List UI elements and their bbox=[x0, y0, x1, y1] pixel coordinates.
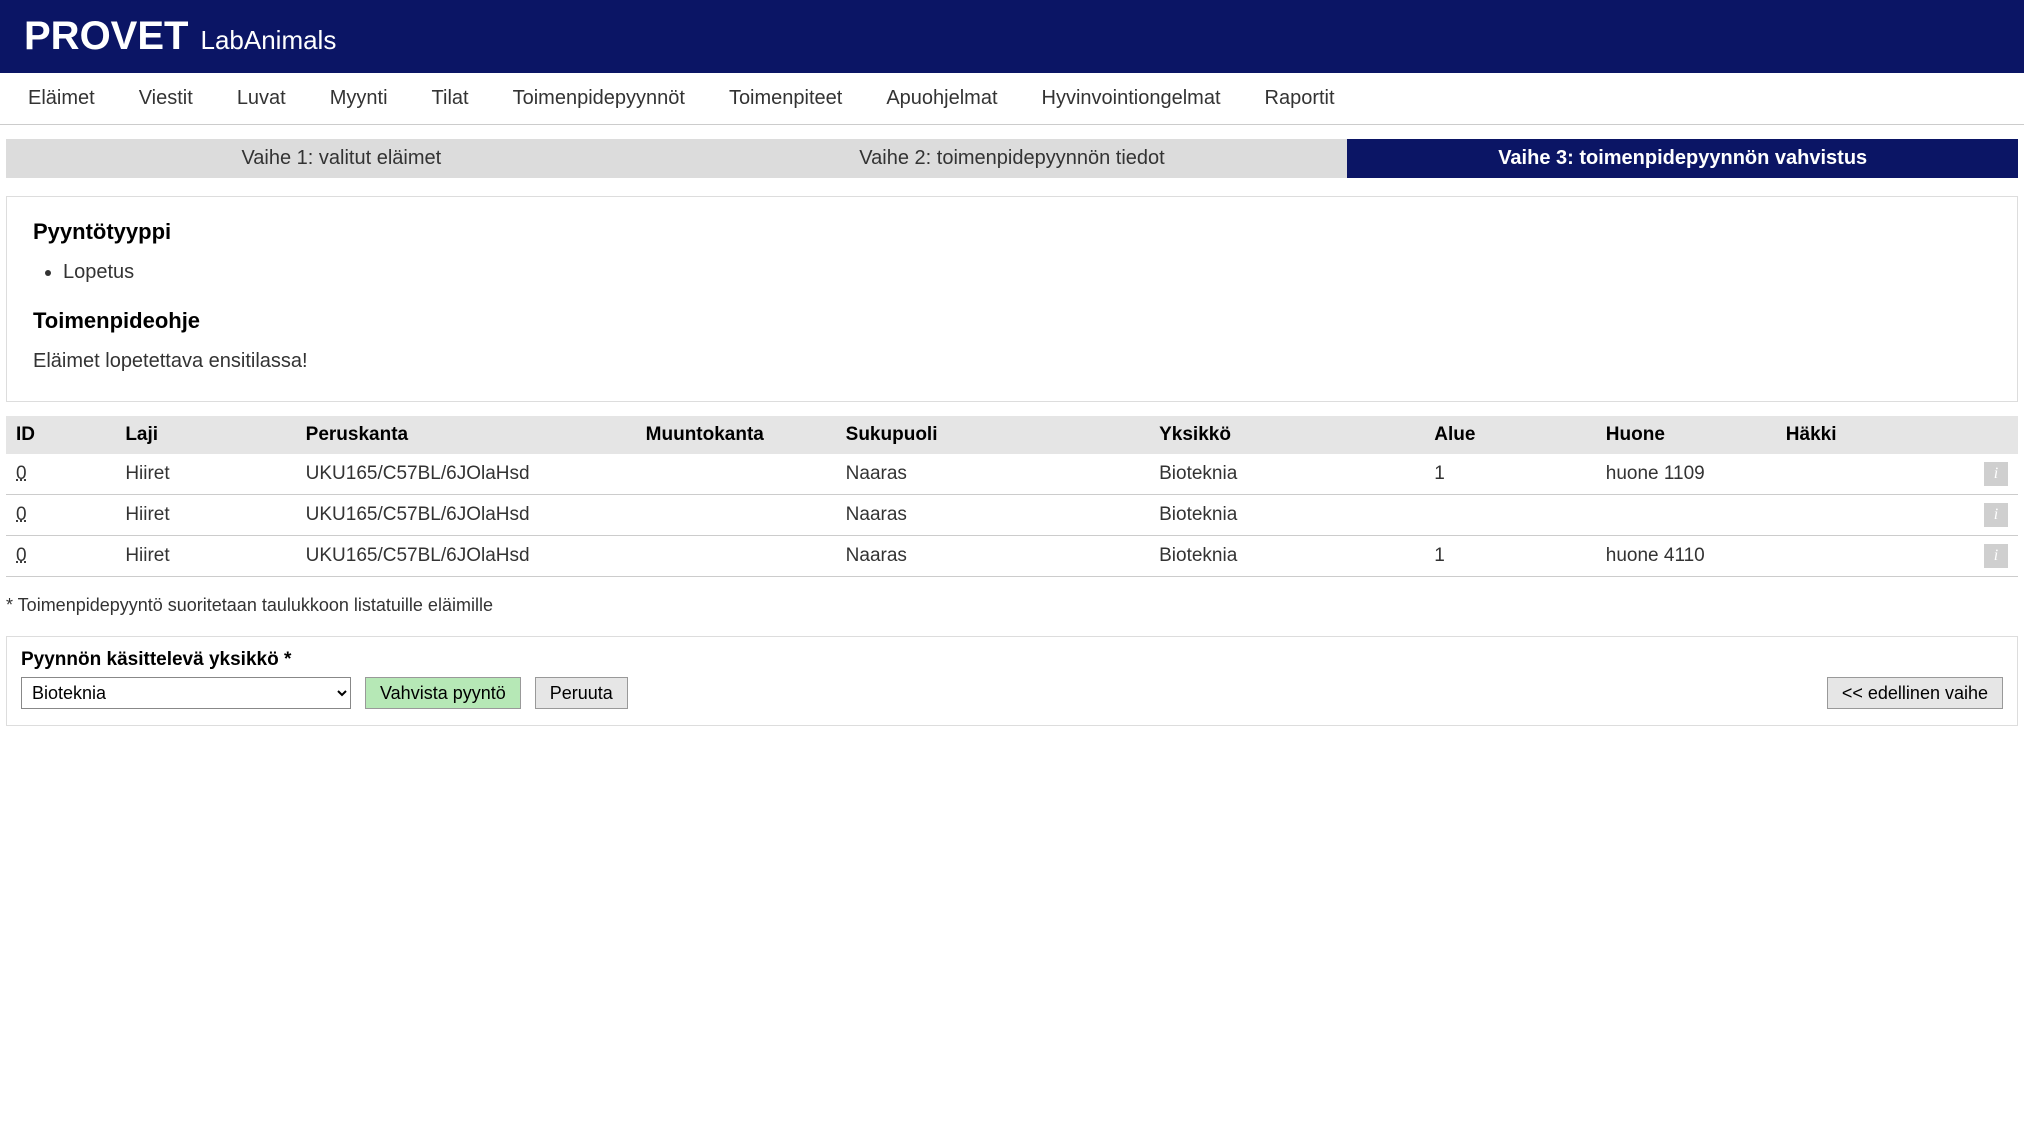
info-icon[interactable]: i bbox=[1984, 544, 2008, 568]
app-subtitle: LabAnimals bbox=[200, 25, 336, 56]
cell-unit: Bioteknia bbox=[1149, 454, 1424, 495]
cancel-button[interactable]: Peruuta bbox=[535, 677, 628, 709]
cell-strain: UKU165/C57BL/6JOlaHsd bbox=[296, 495, 636, 536]
confirm-button[interactable]: Vahvista pyyntö bbox=[365, 677, 521, 709]
animal-id-link[interactable]: 0 bbox=[16, 545, 27, 566]
main-nav: Eläimet Viestit Luvat Myynti Tilat Toime… bbox=[0, 73, 2024, 125]
footnote-text: * Toimenpidepyyntö suoritetaan taulukkoo… bbox=[6, 595, 2018, 616]
col-cage: Häkki bbox=[1776, 416, 1974, 454]
wizard-steps: Vaihe 1: valitut eläimet Vaihe 2: toimen… bbox=[6, 139, 2018, 178]
animals-table-wrap: ID Laji Peruskanta Muuntokanta Sukupuoli… bbox=[6, 416, 2018, 577]
nav-procedure-requests[interactable]: Toimenpidepyynnöt bbox=[491, 73, 707, 124]
cell-room: huone 4110 bbox=[1596, 536, 1776, 577]
col-room: Huone bbox=[1596, 416, 1776, 454]
nav-procedures[interactable]: Toimenpiteet bbox=[707, 73, 864, 124]
col-area: Alue bbox=[1424, 416, 1596, 454]
step-1[interactable]: Vaihe 1: valitut eläimet bbox=[6, 139, 677, 178]
info-icon[interactable]: i bbox=[1984, 462, 2008, 486]
request-type-heading: Pyyntötyyppi bbox=[33, 219, 1991, 245]
step-2[interactable]: Vaihe 2: toimenpidepyynnön tiedot bbox=[677, 139, 1348, 178]
nav-permits[interactable]: Luvat bbox=[215, 73, 308, 124]
cell-strain: UKU165/C57BL/6JOlaHsd bbox=[296, 454, 636, 495]
confirmation-form: Pyynnön käsittelevä yksikkö * Bioteknia … bbox=[6, 636, 2018, 726]
nav-facilities[interactable]: Tilat bbox=[410, 73, 491, 124]
nav-reports[interactable]: Raportit bbox=[1243, 73, 1357, 124]
col-id: ID bbox=[6, 416, 115, 454]
col-sex: Sukupuoli bbox=[836, 416, 1149, 454]
step-3[interactable]: Vaihe 3: toimenpidepyynnön vahvistus bbox=[1347, 139, 2018, 178]
cell-sex: Naaras bbox=[836, 495, 1149, 536]
cell-area: 1 bbox=[1424, 536, 1596, 577]
cell-species: Hiiret bbox=[115, 536, 295, 577]
cell-sex: Naaras bbox=[836, 454, 1149, 495]
instruction-heading: Toimenpideohje bbox=[33, 308, 1991, 334]
cell-room: huone 1109 bbox=[1596, 454, 1776, 495]
nav-utilities[interactable]: Apuohjelmat bbox=[864, 73, 1019, 124]
brand-name: PROVET bbox=[24, 14, 188, 59]
cell-sex: Naaras bbox=[836, 536, 1149, 577]
previous-step-button[interactable]: << edellinen vaihe bbox=[1827, 677, 2003, 709]
cell-species: Hiiret bbox=[115, 454, 295, 495]
request-type-value: Lopetus bbox=[63, 261, 1991, 284]
table-row: 0 Hiiret UKU165/C57BL/6JOlaHsd Naaras Bi… bbox=[6, 536, 2018, 577]
col-strain: Peruskanta bbox=[296, 416, 636, 454]
cell-mutstrain bbox=[636, 454, 836, 495]
info-icon[interactable]: i bbox=[1984, 503, 2008, 527]
cell-cage bbox=[1776, 536, 1974, 577]
table-row: 0 Hiiret UKU165/C57BL/6JOlaHsd Naaras Bi… bbox=[6, 454, 2018, 495]
col-info bbox=[1974, 416, 2018, 454]
table-row: 0 Hiiret UKU165/C57BL/6JOlaHsd Naaras Bi… bbox=[6, 495, 2018, 536]
cell-area bbox=[1424, 495, 1596, 536]
col-species: Laji bbox=[115, 416, 295, 454]
cell-area: 1 bbox=[1424, 454, 1596, 495]
cell-unit: Bioteknia bbox=[1149, 495, 1424, 536]
request-summary-box: Pyyntötyyppi Lopetus Toimenpideohje Eläi… bbox=[6, 196, 2018, 402]
cell-room bbox=[1596, 495, 1776, 536]
col-mutstrain: Muuntokanta bbox=[636, 416, 836, 454]
nav-messages[interactable]: Viestit bbox=[117, 73, 215, 124]
animal-id-link[interactable]: 0 bbox=[16, 463, 27, 484]
instruction-text: Eläimet lopetettava ensitilassa! bbox=[33, 350, 1991, 373]
cell-strain: UKU165/C57BL/6JOlaHsd bbox=[296, 536, 636, 577]
col-unit: Yksikkö bbox=[1149, 416, 1424, 454]
nav-animals[interactable]: Eläimet bbox=[6, 73, 117, 124]
app-header: PROVET LabAnimals bbox=[0, 0, 2024, 73]
cell-mutstrain bbox=[636, 536, 836, 577]
animal-id-link[interactable]: 0 bbox=[16, 504, 27, 525]
cell-species: Hiiret bbox=[115, 495, 295, 536]
animals-table: ID Laji Peruskanta Muuntokanta Sukupuoli… bbox=[6, 416, 2018, 577]
handling-unit-label: Pyynnön käsittelevä yksikkö * bbox=[21, 649, 2003, 671]
cell-cage bbox=[1776, 454, 1974, 495]
cell-cage bbox=[1776, 495, 1974, 536]
cell-mutstrain bbox=[636, 495, 836, 536]
nav-sales[interactable]: Myynti bbox=[308, 73, 410, 124]
handling-unit-select[interactable]: Bioteknia bbox=[21, 677, 351, 709]
nav-welfare-issues[interactable]: Hyvinvointiongelmat bbox=[1020, 73, 1243, 124]
cell-unit: Bioteknia bbox=[1149, 536, 1424, 577]
